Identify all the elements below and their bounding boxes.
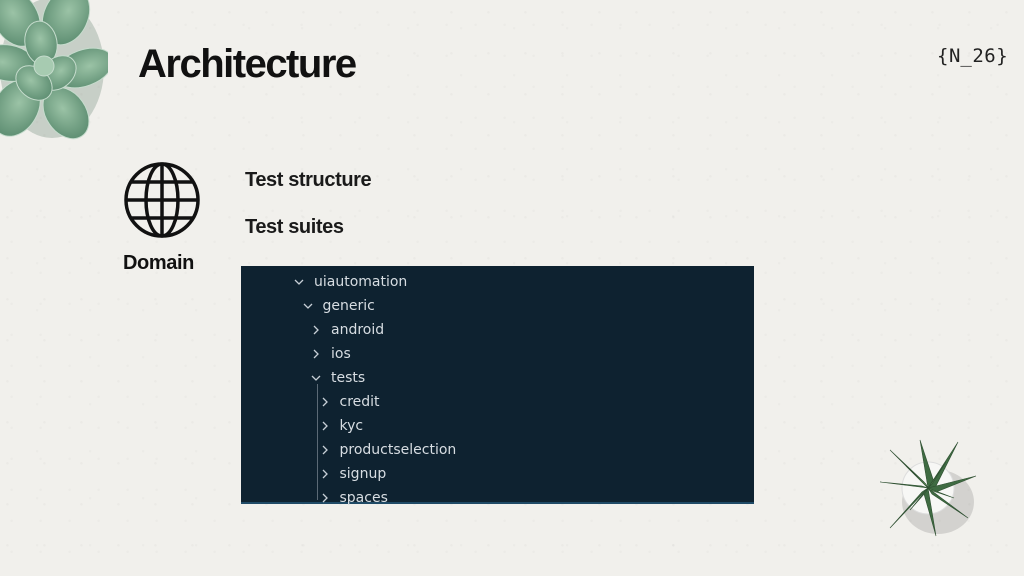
globe-icon: [124, 162, 200, 238]
tree-item-credit[interactable]: credit: [319, 390, 380, 414]
tree-item-ios[interactable]: ios: [310, 342, 351, 366]
chevron-right-icon[interactable]: [319, 396, 335, 408]
n26-logo: {N̲26}: [937, 45, 1009, 67]
tree-item-label: productselection: [339, 442, 457, 458]
tree-item-label: tests: [331, 370, 366, 386]
tree-item-uiautomation[interactable]: uiautomation: [293, 270, 407, 294]
chevron-down-icon[interactable]: [293, 276, 309, 288]
tree-item-label: uiautomation: [314, 274, 408, 290]
chevron-right-icon[interactable]: [310, 348, 326, 360]
tree-item-generic[interactable]: generic: [302, 294, 375, 318]
chevron-right-icon[interactable]: [319, 420, 335, 432]
tree-item-label: android: [331, 322, 385, 338]
test-suites-label: Test suites: [245, 216, 344, 238]
tree-item-productselection[interactable]: productselection: [319, 438, 457, 462]
chevron-right-icon[interactable]: [319, 492, 335, 504]
tree-item-label: kyc: [339, 418, 364, 434]
chevron-right-icon[interactable]: [319, 468, 335, 480]
tree-item-kyc[interactable]: kyc: [319, 414, 364, 438]
tree-item-tests[interactable]: tests: [310, 366, 365, 390]
tree-item-signup[interactable]: signup: [319, 462, 387, 486]
tree-item-label: spaces: [339, 490, 388, 506]
tree-item-label: signup: [339, 466, 387, 482]
succulent-plant-image: [0, 0, 108, 140]
tree-item-android[interactable]: android: [310, 318, 384, 342]
test-structure-label: Test structure: [245, 169, 372, 191]
potted-plant-image: [879, 439, 977, 537]
slide-title: Architecture: [138, 42, 357, 86]
chevron-right-icon[interactable]: [319, 444, 335, 456]
chevron-down-icon[interactable]: [310, 372, 326, 384]
tree-item-label: credit: [339, 394, 380, 410]
chevron-right-icon[interactable]: [310, 324, 326, 336]
file-tree-panel: uiautomation generic android ios tests credit…: [241, 266, 754, 506]
tree-item-label: generic: [322, 298, 375, 314]
tree-item-label: ios: [331, 346, 351, 362]
tree-item-spaces[interactable]: spaces: [319, 486, 388, 510]
domain-label: Domain: [123, 252, 194, 274]
chevron-down-icon[interactable]: [302, 300, 318, 312]
